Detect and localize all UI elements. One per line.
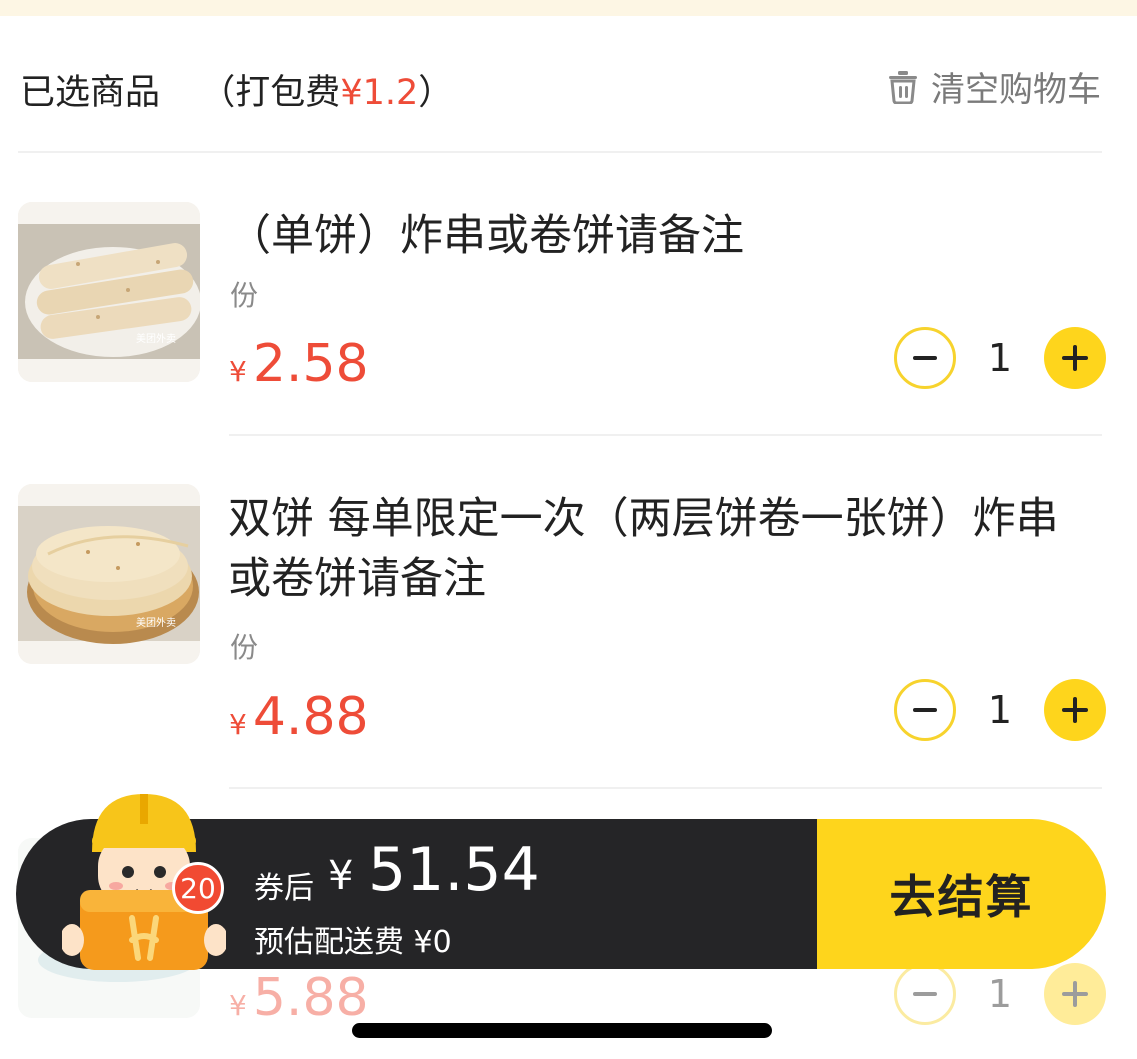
quantity-value: 1 <box>987 688 1013 732</box>
divider <box>18 151 1102 153</box>
cart-header: 已选商品 （打包费¥1.2） 清空购物车 <box>0 16 1137 152</box>
decrease-button[interactable] <box>894 679 956 741</box>
price-value: 5.88 <box>252 968 369 1028</box>
quantity-stepper: 1 <box>894 679 1106 741</box>
svg-text:美团外卖: 美团外卖 <box>136 616 176 629</box>
packing-fee-value: ¥1.2 <box>340 73 419 113</box>
price-value: 4.88 <box>252 687 369 747</box>
quantity-value: 1 <box>987 972 1013 1016</box>
item-price: ¥5.88 <box>229 968 369 1028</box>
price-value: 2.58 <box>252 334 369 394</box>
packing-fee-suffix: ） <box>418 73 454 113</box>
total-currency: ¥ <box>328 853 354 899</box>
item-image[interactable]: 美团外卖 <box>18 202 200 382</box>
divider <box>229 434 1102 436</box>
item-unit: 份 <box>230 279 259 312</box>
checkout-button-label: 去结算 <box>889 870 1034 924</box>
currency-symbol: ¥ <box>229 708 247 741</box>
minus-icon <box>913 708 937 712</box>
svg-text:美团外卖: 美团外卖 <box>136 332 176 345</box>
decrease-button[interactable] <box>894 327 956 389</box>
delivery-fee: 预估配送费 ¥0 <box>254 925 452 960</box>
increase-button[interactable] <box>1044 327 1106 389</box>
rolled-pancake-image: 美团外卖 <box>18 202 200 382</box>
clear-cart-label: 清空购物车 <box>931 70 1101 110</box>
currency-symbol: ¥ <box>229 989 247 1022</box>
item-price: ¥2.58 <box>229 334 369 394</box>
quantity-stepper: 1 <box>894 327 1106 389</box>
clear-cart-button[interactable]: 清空购物车 <box>887 62 1101 111</box>
increase-button[interactable] <box>1044 679 1106 741</box>
after-coupon-label: 券后 <box>254 871 314 906</box>
cart-title: 已选商品 （打包费¥1.2） <box>20 64 453 115</box>
trash-icon <box>889 70 917 104</box>
quantity-value: 1 <box>987 336 1013 380</box>
quantity-stepper: 1 <box>894 963 1106 1025</box>
total-price: 51.54 <box>368 835 540 905</box>
item-name: 双饼 每单限定一次（两层饼卷一张饼）炸串或卷饼请备注 <box>228 494 1059 604</box>
packing-fee-prefix: （打包费 <box>200 73 341 113</box>
stacked-pancake-image: 美团外卖 <box>18 484 200 664</box>
item-price: ¥4.88 <box>229 687 369 747</box>
home-indicator[interactable] <box>352 1023 772 1038</box>
item-unit: 份 <box>230 631 259 664</box>
minus-icon <box>913 992 937 996</box>
top-banner <box>0 0 1137 16</box>
checkout-button[interactable]: 去结算 <box>817 819 1106 969</box>
item-name: （单饼）炸串或卷饼请备注 <box>228 211 744 261</box>
increase-button[interactable] <box>1044 963 1106 1025</box>
selected-items-title: 已选商品 <box>20 73 161 113</box>
decrease-button[interactable] <box>894 963 956 1025</box>
divider <box>229 787 1102 789</box>
cart-count-badge: 20 <box>172 862 224 914</box>
currency-symbol: ¥ <box>229 355 247 388</box>
item-image[interactable]: 美团外卖 <box>18 484 200 664</box>
minus-icon <box>913 356 937 360</box>
